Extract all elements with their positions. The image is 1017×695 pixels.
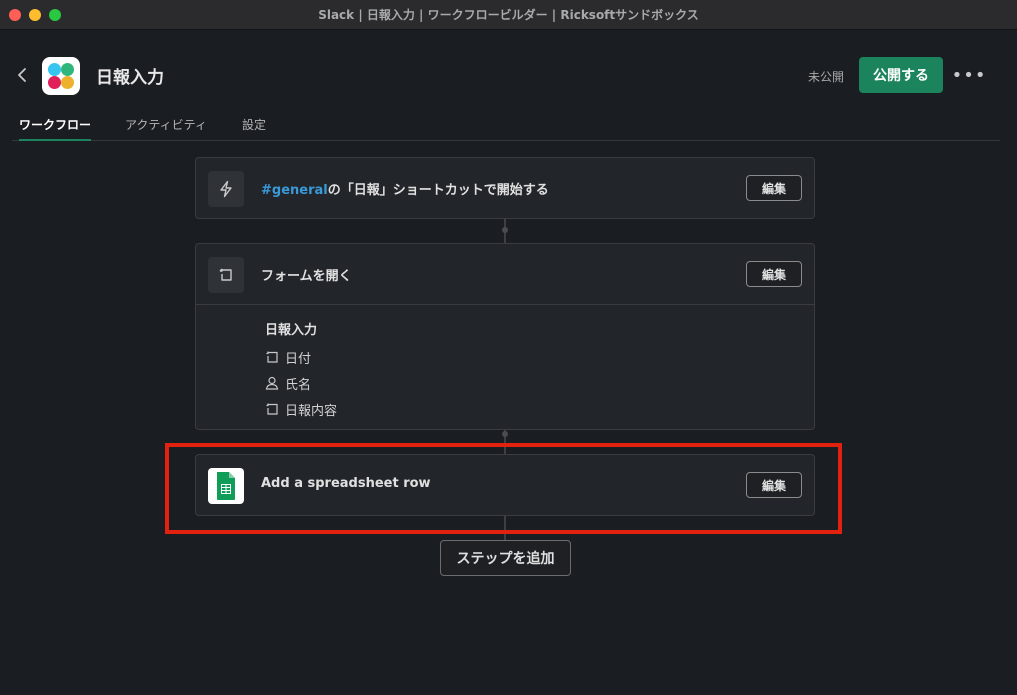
field-label: 日報内容 bbox=[285, 403, 338, 419]
tab-bar: ワークフロー アクティビティ 設定 bbox=[12, 114, 1000, 141]
step-title: フォームを開く bbox=[261, 269, 352, 284]
close-window-button[interactable] bbox=[9, 9, 21, 21]
step-title-suffix: の「日報」ショートカットで開始する bbox=[327, 183, 549, 198]
text-field-icon bbox=[266, 351, 278, 363]
workflow-title: 日報入力 bbox=[96, 68, 164, 88]
channel-link[interactable]: #general bbox=[261, 183, 328, 198]
publish-button[interactable]: 公開する bbox=[859, 57, 943, 93]
tab-activity[interactable]: アクティビティ bbox=[125, 116, 207, 141]
edit-button[interactable]: 編集 bbox=[746, 175, 802, 201]
step-card-form: フォームを開く 編集 日報入力 日付 氏名 日報内容 bbox=[195, 243, 815, 430]
edit-button[interactable]: 編集 bbox=[746, 261, 802, 287]
form-field: 氏名 bbox=[265, 370, 814, 396]
form-field: 日付 bbox=[265, 344, 814, 370]
person-icon bbox=[265, 376, 279, 390]
connector-dot bbox=[502, 431, 508, 437]
add-step-button[interactable]: ステップを追加 bbox=[440, 540, 571, 576]
field-label: 氏名 bbox=[285, 377, 312, 393]
step-title: #generalの「日報」ショートカットで開始する bbox=[261, 179, 549, 198]
field-label: 日付 bbox=[285, 351, 312, 367]
workflow-app-icon bbox=[42, 57, 80, 95]
form-icon bbox=[208, 257, 244, 293]
workflow-canvas: #generalの「日報」ショートカットで開始する 編集 フォームを開く 編集 … bbox=[0, 140, 1017, 695]
workflow-header: 日報入力 未公開 公開する ••• ワークフロー アクティビティ 設定 bbox=[0, 30, 1017, 141]
form-preview: 日報入力 日付 氏名 日報内容 bbox=[196, 304, 814, 429]
text-field-icon bbox=[266, 403, 278, 415]
tab-workflow[interactable]: ワークフロー bbox=[19, 116, 92, 141]
status-label: 未公開 bbox=[808, 70, 845, 84]
minimize-window-button[interactable] bbox=[29, 9, 41, 21]
back-button[interactable] bbox=[12, 64, 32, 86]
step-card-trigger: #generalの「日報」ショートカットで開始する 編集 bbox=[195, 157, 815, 219]
tab-settings[interactable]: 設定 bbox=[242, 116, 266, 141]
more-horizontal-icon: ••• bbox=[951, 64, 987, 86]
highlight-annotation bbox=[165, 443, 842, 534]
zoom-window-button[interactable] bbox=[49, 9, 61, 21]
window-title: Slack | 日報入力 | ワークフロービルダー | Ricksoftサンドボ… bbox=[318, 8, 699, 22]
chevron-left-icon bbox=[18, 68, 26, 82]
window-titlebar: Slack | 日報入力 | ワークフロービルダー | Ricksoftサンドボ… bbox=[0, 0, 1017, 30]
window-controls bbox=[9, 9, 61, 21]
connector-dot bbox=[502, 227, 508, 233]
more-options-button[interactable]: ••• bbox=[952, 65, 986, 86]
form-field: 日報内容 bbox=[265, 396, 814, 422]
form-name: 日報入力 bbox=[265, 323, 318, 338]
lightning-icon bbox=[208, 171, 244, 207]
